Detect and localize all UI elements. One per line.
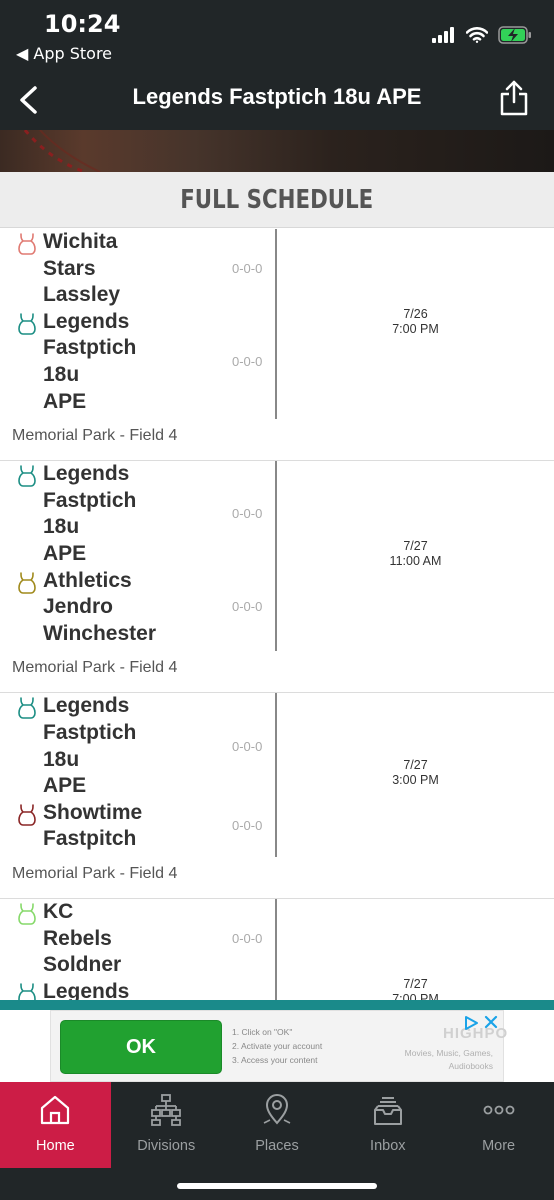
game-row[interactable]: KCRebelsSoldner 0-0-0 LegendsFastptich18uA… [0, 898, 554, 1000]
app-screen: 10:24 ◀ App Store Legends Fastptich 18u … [0, 0, 554, 1200]
chevron-left-icon [20, 86, 37, 114]
game-venue[interactable]: Memorial Park - Field 4 [12, 659, 177, 677]
team-entry[interactable]: LegendsFastptich18uAPE0-0-0 [0, 979, 276, 1000]
ad-step-2: 2. Activate your account [232, 1041, 323, 1051]
ad-divider-strip [0, 1000, 554, 1010]
team-jersey-icon [18, 233, 36, 255]
softball-stitch-graphic [23, 130, 101, 172]
map-pin-icon [259, 1092, 295, 1128]
game-datetime: 7/27 7:00 PM [277, 977, 554, 1000]
team-jersey-icon [18, 571, 36, 594]
page-title: Legends Fastptich 18u APE [132, 84, 422, 109]
game-datetime: 7/26 7:00 PM [277, 307, 554, 337]
battery-charging-icon [498, 26, 531, 44]
inbox-icon [370, 1092, 406, 1128]
game-time: 11:00 AM [389, 554, 442, 569]
game-date: 7/27 [403, 977, 428, 992]
tab-label: Inbox [370, 1138, 406, 1154]
game-datetime: 7/27 3:00 PM [277, 758, 554, 788]
tab-inbox[interactable]: Inbox [332, 1082, 443, 1168]
team-jersey-icon [18, 465, 36, 487]
game-venue[interactable]: Memorial Park - Field 4 [12, 427, 177, 445]
tab-places[interactable]: Places [222, 1082, 333, 1168]
game-time: 3:00 PM [392, 773, 439, 788]
ad-box: OK 1. Click on "OK" 2. Activate your acc… [50, 1010, 507, 1082]
more-dots-icon [481, 1092, 517, 1128]
status-bar: 10:24 ◀ App Store [0, 0, 554, 70]
tab-label: More [482, 1138, 516, 1154]
team-record: 0-0-0 [232, 506, 263, 522]
tab-more[interactable]: More [443, 1082, 554, 1168]
team-entry[interactable]: Athletics Jendro Winchester 0-0-0 [0, 568, 276, 648]
back-button[interactable] [8, 78, 48, 122]
team-record: 0-0-0 [232, 353, 263, 369]
tab-label: Places [255, 1138, 299, 1154]
ad-close-icon[interactable] [483, 1014, 499, 1030]
game-date: 7/27 [403, 758, 428, 773]
team-name: LegendsFastptich18uAPE [43, 462, 137, 565]
share-icon [500, 80, 528, 116]
team-record: 0-0-0 [232, 930, 263, 946]
team-jersey-icon [18, 312, 36, 335]
team-banner-image [0, 130, 554, 172]
team-record: 0-0-0 [232, 818, 263, 834]
ad-brand-tagline: Movies, Music, Games, Audiobooks [404, 1048, 493, 1071]
team-name: LegendsFastptich18uAPE [43, 694, 137, 798]
team-name: Wichita Stars Lassley [43, 230, 121, 307]
wifi-icon [466, 27, 488, 43]
team-jersey-icon [18, 903, 36, 925]
home-indicator [177, 1183, 377, 1189]
team-name: Athletics Jendro Winchester [43, 568, 157, 645]
bracket-icon [148, 1092, 184, 1128]
team-entry[interactable]: Showtime Fastpitch 0-0-0 [0, 800, 276, 853]
team-entry[interactable]: LegendsFastptich18uAPE 0-0-0 [0, 461, 276, 567]
game-time: 7:00 PM [392, 322, 439, 337]
game-venue[interactable]: Memorial Park - Field 4 [12, 865, 177, 883]
home-icon [37, 1092, 73, 1128]
ad-step-3: 3. Access your content [232, 1055, 318, 1065]
team-jersey-icon [18, 803, 36, 826]
game-row[interactable]: Wichita Stars Lassley 0-0-0 Legends Fastptich… [0, 229, 554, 462]
tab-home[interactable]: Home [0, 1082, 111, 1168]
team-record: 0-0-0 [232, 260, 263, 276]
ad-banner: OK 1. Click on "OK" 2. Activate your acc… [0, 1010, 554, 1082]
game-date: 7/27 [403, 539, 428, 554]
signal-icon [432, 27, 454, 43]
team-jersey-icon [18, 982, 36, 1000]
tab-divisions[interactable]: Divisions [111, 1082, 222, 1168]
game-date: 7/26 [403, 307, 428, 322]
team-entry[interactable]: KC Rebels Soldner 0-0-0 [0, 899, 276, 979]
team-entry[interactable]: LegendsFastptich18uAPE 0-0-0 [0, 309, 276, 415]
status-time: 10:24 [44, 10, 121, 38]
team-name: LegendsFastptich18uAPE [43, 309, 137, 413]
team-record: 0-0-0 [232, 599, 263, 615]
navigation-bar: Legends Fastptich 18u APE [0, 70, 554, 130]
share-button[interactable] [494, 76, 534, 120]
team-name: Showtime Fastpitch [43, 800, 143, 851]
team-name: KC Rebels Soldner [43, 899, 122, 977]
status-icons [432, 24, 532, 46]
ad-ok-button[interactable]: OK [60, 1020, 222, 1074]
team-entry[interactable]: Wichita Stars Lassley 0-0-0 [0, 229, 276, 309]
schedule-list: Wichita Stars Lassley 0-0-0 Legends Fastptich… [0, 229, 554, 1000]
game-time: 7:00 PM [392, 992, 439, 1000]
app-store-back-link[interactable]: ◀ App Store [16, 44, 112, 63]
game-row[interactable]: Legends Fastptich 18u APE 0-0-0 Athletics Jend… [0, 461, 554, 694]
team-jersey-icon [18, 697, 36, 720]
team-record: 0-0-0 [232, 738, 263, 754]
ad-steps: 1. Click on "OK" 2. Activate your accoun… [232, 1025, 322, 1067]
game-row[interactable]: Legends Fastptich 18u APE 0-0-0 Showtime Fastp… [0, 693, 554, 899]
game-datetime: 7/27 11:00 AM [277, 539, 554, 569]
ad-choices-icon[interactable] [463, 1015, 479, 1031]
team-entry[interactable]: LegendsFastptich18uAPE 0-0-0 [0, 693, 276, 799]
team-name: LegendsFastptich18uAPE [43, 979, 130, 1000]
ad-step-1: 1. Click on "OK" [232, 1027, 293, 1037]
tab-label: Home [36, 1138, 75, 1154]
section-title: FULL SCHEDULE [180, 184, 374, 215]
tab-label: Divisions [137, 1138, 196, 1154]
section-header: FULL SCHEDULE [0, 172, 554, 228]
